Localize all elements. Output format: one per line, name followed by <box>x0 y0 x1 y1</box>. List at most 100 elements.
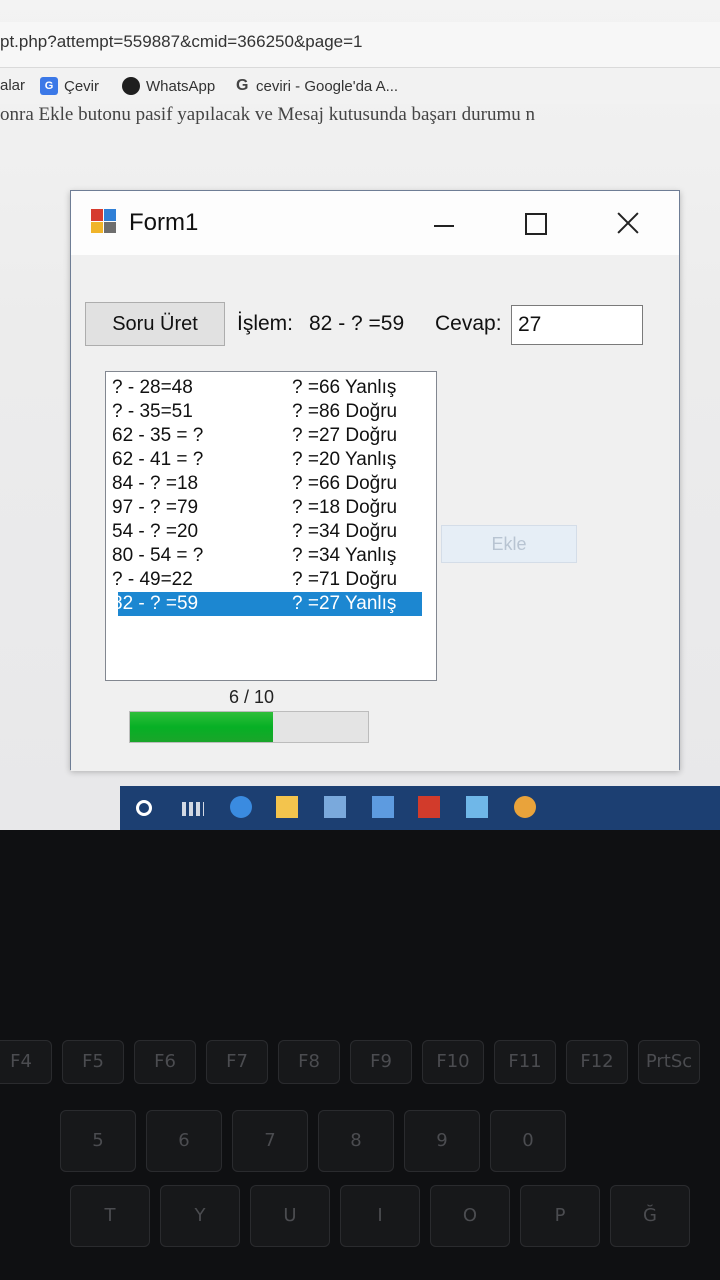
islem-label: İşlem: <box>237 312 294 335</box>
key-7: 7 <box>232 1110 308 1172</box>
key-f8: F8 <box>278 1040 340 1084</box>
key-label: 9 <box>436 1130 448 1151</box>
list-item[interactable]: ? - 28=48 ? =66 Yanlış <box>106 376 436 400</box>
store-icon[interactable] <box>324 796 346 818</box>
app-icon <box>91 209 117 233</box>
results-listbox[interactable]: ? - 28=48 ? =66 Yanlış ? - 35=51 ? =86 D… <box>105 371 437 681</box>
key-y: Y <box>160 1185 240 1247</box>
bookmark-item-whatsapp[interactable]: WhatsApp <box>122 77 215 95</box>
key-i: I <box>340 1185 420 1247</box>
mail-icon[interactable] <box>372 796 394 818</box>
close-icon[interactable] <box>605 203 651 243</box>
key-label: 7 <box>264 1130 276 1151</box>
key-p: P <box>520 1185 600 1247</box>
bookmark-label: Çevir <box>64 77 100 95</box>
key-6: 6 <box>146 1110 222 1172</box>
edge-icon[interactable] <box>230 796 252 818</box>
list-item-question: 84 - ? =18 <box>112 473 199 494</box>
key-label: 0 <box>522 1130 534 1151</box>
list-item-question: ? - 28=48 <box>112 377 193 398</box>
key-label: U <box>283 1205 297 1226</box>
list-item-question: 97 - ? =79 <box>112 497 199 518</box>
chrome-icon[interactable] <box>514 796 536 818</box>
browser-address-bar[interactable]: pt.php?attempt=559887&cmid=366250&page=1 <box>0 22 720 68</box>
list-item-question: 82 - ? =59 <box>112 593 199 614</box>
list-item[interactable]: 97 - ? =79 ? =18 Doğru <box>106 496 436 520</box>
list-item-selected[interactable]: 82 - ? =59 ? =27 Yanlış <box>106 592 436 616</box>
bookmark-item-cevir[interactable]: G Çevir <box>40 77 99 95</box>
key-9: 9 <box>404 1110 480 1172</box>
key-ğ: Ğ <box>610 1185 690 1247</box>
answer-input[interactable] <box>511 305 643 345</box>
key-label: F8 <box>298 1051 320 1072</box>
start-icon[interactable] <box>136 800 152 816</box>
form-client-area: Soru Üret İşlem: 82 - ? =59 Cevap: ? - 2… <box>71 255 679 771</box>
app-icon[interactable] <box>466 796 488 818</box>
key-8: 8 <box>318 1110 394 1172</box>
title-bar[interactable]: Form1 <box>71 191 679 255</box>
current-question-label: 82 - ? =59 <box>309 312 405 335</box>
bookmark-item-google[interactable]: G ceviri - Google'da A... <box>236 77 398 95</box>
key-label: F9 <box>370 1051 392 1072</box>
progress-label: 6 / 10 <box>229 687 275 707</box>
bookmarks-bar: alar G Çevir WhatsApp G ceviri - Google'… <box>0 70 720 104</box>
list-item-result: ? =66 Doğru <box>292 473 398 494</box>
key-5: 5 <box>60 1110 136 1172</box>
key-label: P <box>554 1205 566 1226</box>
key-label: 8 <box>350 1130 362 1151</box>
office-icon[interactable] <box>418 796 440 818</box>
generate-question-button[interactable]: Soru Üret <box>85 302 225 346</box>
list-item-question: 62 - 35 = ? <box>112 425 204 446</box>
file-explorer-icon[interactable] <box>276 796 298 818</box>
key-u: U <box>250 1185 330 1247</box>
monitor-screen: pt.php?attempt=559887&cmid=366250&page=1… <box>0 0 720 830</box>
key-label: F5 <box>82 1051 104 1072</box>
add-button[interactable]: Ekle <box>441 525 577 563</box>
list-item[interactable]: 54 - ? =20 ? =34 Doğru <box>106 520 436 544</box>
key-f7: F7 <box>206 1040 268 1084</box>
list-item-question: 54 - ? =20 <box>112 521 199 542</box>
list-item-question: ? - 35=51 <box>112 401 193 422</box>
key-label: F6 <box>154 1051 176 1072</box>
page-instructions-text: onra Ekle butonu pasif yapılacak ve Mesa… <box>0 104 536 125</box>
whatsapp-icon <box>122 77 140 95</box>
list-item[interactable]: 84 - ? =18 ? =66 Doğru <box>106 472 436 496</box>
list-item[interactable]: 80 - 54 = ? ? =34 Yanlış <box>106 544 436 568</box>
list-item-result: ? =86 Doğru <box>292 401 398 422</box>
key-label: T <box>104 1205 116 1226</box>
progress-bar <box>129 711 369 743</box>
list-item-result: ? =27 Doğru <box>292 425 398 446</box>
list-item[interactable]: ? - 49=22 ? =71 Doğru <box>106 568 436 592</box>
form-window: Form1 Soru Üret İşlem: 82 - ? =59 Cevap:… <box>70 190 680 771</box>
translate-icon: G <box>40 77 58 95</box>
window-title: Form1 <box>129 209 199 236</box>
progress-bar-fill <box>130 712 273 742</box>
list-item-result: ? =27 Yanlış <box>292 593 397 614</box>
maximize-icon[interactable] <box>511 203 557 243</box>
key-label: F11 <box>508 1051 542 1072</box>
bookmark-label: ceviri - Google'da A... <box>256 77 399 95</box>
list-item[interactable]: 62 - 35 = ? ? =27 Doğru <box>106 424 436 448</box>
key-f5: F5 <box>62 1040 124 1084</box>
key-label: I <box>377 1205 383 1226</box>
list-item[interactable]: 62 - 41 = ? ? =20 Yanlış <box>106 448 436 472</box>
bookmark-item[interactable]: alar <box>0 77 25 94</box>
laptop-keyboard: F4 F5 F6 F7 F8 F9 F10 F11 F12 PrtSc 5 6 7 8 9 0 T Y U I O P Ğ <box>0 960 720 1280</box>
key-label: Y <box>194 1205 206 1226</box>
task-view-icon[interactable] <box>182 802 204 816</box>
cevap-label: Cevap: <box>435 312 502 335</box>
key-label: F10 <box>436 1051 470 1072</box>
minimize-icon[interactable] <box>421 203 467 243</box>
key-label: O <box>462 1205 478 1226</box>
list-item-result: ? =71 Doğru <box>292 569 398 590</box>
list-item[interactable]: ? - 35=51 ? =86 Doğru <box>106 400 436 424</box>
key-label: PrtSc <box>645 1051 693 1072</box>
key-f6: F6 <box>134 1040 196 1084</box>
list-item-result: ? =20 Yanlış <box>292 449 397 470</box>
list-item-question: 80 - 54 = ? <box>112 545 204 566</box>
url-text[interactable]: pt.php?attempt=559887&cmid=366250&page=1 <box>0 32 363 52</box>
key-label: F7 <box>226 1051 248 1072</box>
key-o: O <box>430 1185 510 1247</box>
key-0: 0 <box>490 1110 566 1172</box>
list-item-question: ? - 49=22 <box>112 569 193 590</box>
